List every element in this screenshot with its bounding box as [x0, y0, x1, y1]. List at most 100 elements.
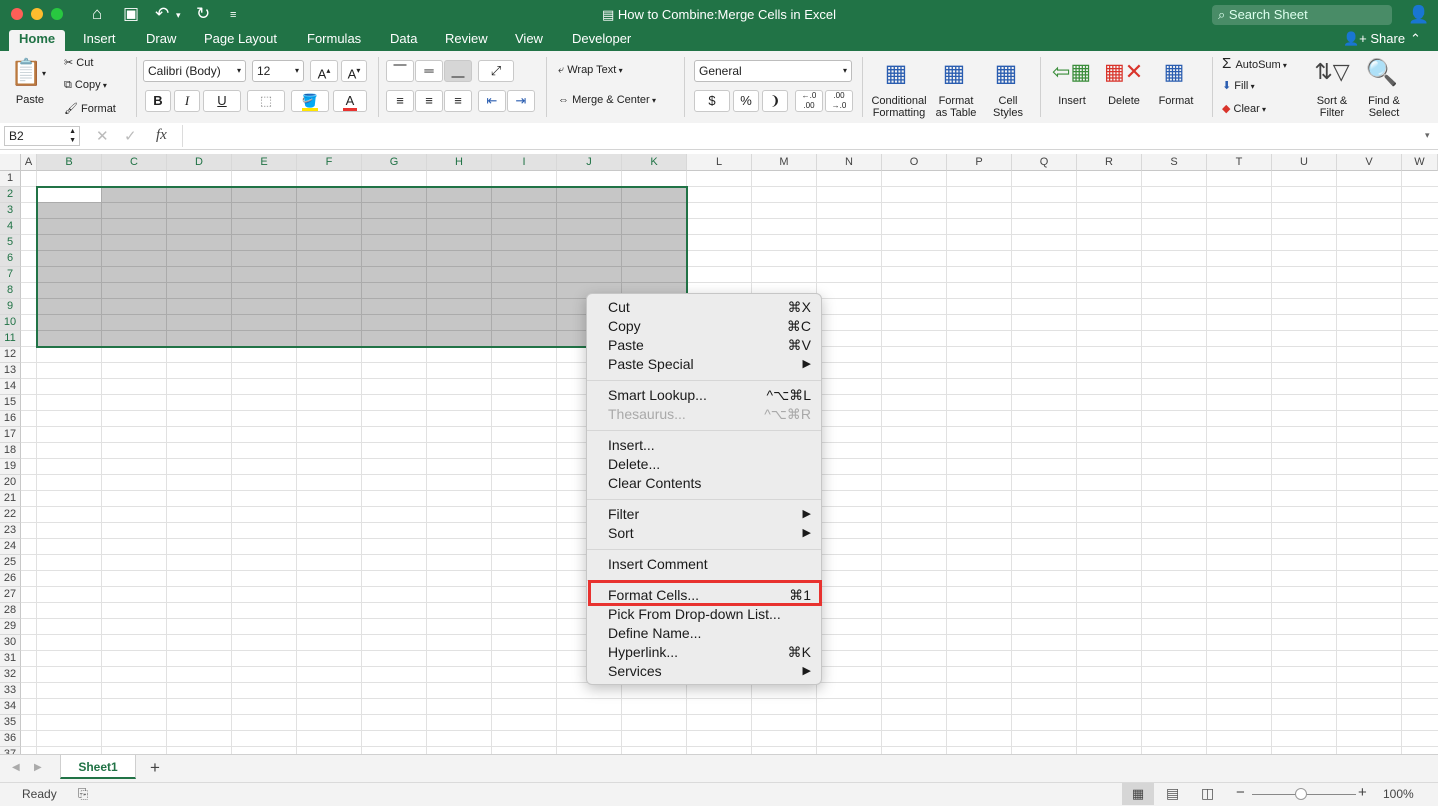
menu-item-define-name[interactable]: Define Name...: [587, 624, 821, 643]
column-header[interactable]: I: [492, 154, 557, 171]
column-header[interactable]: R: [1077, 154, 1142, 171]
align-right-button[interactable]: ≡: [444, 90, 472, 112]
column-header[interactable]: E: [232, 154, 297, 171]
row-header[interactable]: 16: [0, 411, 21, 427]
font-name-select[interactable]: Calibri (Body) ▾: [143, 60, 246, 82]
cell-styles-label[interactable]: Cell Styles: [988, 95, 1028, 119]
row-header[interactable]: 2: [0, 187, 21, 203]
column-header[interactable]: O: [882, 154, 947, 171]
align-center-button[interactable]: ≡: [415, 90, 443, 112]
menu-item-thesaurus[interactable]: Thesaurus... ^⌥⌘R: [587, 405, 821, 424]
align-top-button[interactable]: ⎺: [386, 60, 414, 82]
row-header[interactable]: 3: [0, 203, 21, 219]
collapse-ribbon-icon[interactable]: ⌃: [1410, 30, 1421, 51]
currency-button[interactable]: $: [694, 90, 730, 112]
sort-filter-icon[interactable]: ⇅▽: [1312, 59, 1352, 91]
paste-dropdown-icon[interactable]: ▾: [42, 69, 46, 78]
row-header[interactable]: 35: [0, 715, 21, 731]
menu-item-insert-comment[interactable]: Insert Comment: [587, 555, 821, 574]
column-header[interactable]: W: [1402, 154, 1438, 171]
row-header[interactable]: 19: [0, 459, 21, 475]
tab-developer[interactable]: Developer: [572, 30, 631, 51]
column-header[interactable]: B: [37, 154, 102, 171]
fill-button[interactable]: ⬇ Fill ▾: [1222, 79, 1255, 92]
tab-home[interactable]: Home: [9, 30, 66, 51]
italic-button[interactable]: I: [174, 90, 200, 112]
column-header[interactable]: A: [21, 154, 37, 171]
tab-insert[interactable]: Insert: [83, 30, 116, 51]
tab-draw[interactable]: Draw: [146, 30, 176, 51]
merge-center-button[interactable]: ⇔ Merge & Center ▾: [558, 94, 656, 106]
cut-button[interactable]: ✂ Cut: [64, 56, 93, 69]
format-painter-button[interactable]: 🖌 Format: [64, 102, 116, 115]
row-header[interactable]: 9: [0, 299, 21, 315]
paste-icon[interactable]: 📋: [10, 57, 42, 89]
row-header[interactable]: 6: [0, 251, 21, 267]
percent-button[interactable]: %: [733, 90, 759, 112]
page-layout-view-icon[interactable]: ▤: [1166, 785, 1179, 802]
increase-decimal-button[interactable]: ←.0.00: [795, 90, 823, 112]
column-header[interactable]: H: [427, 154, 492, 171]
column-header[interactable]: G: [362, 154, 427, 171]
find-select-icon[interactable]: 🔍: [1364, 57, 1400, 89]
number-format-select[interactable]: General ▾: [694, 60, 852, 82]
row-header[interactable]: 28: [0, 603, 21, 619]
column-header[interactable]: N: [817, 154, 882, 171]
menu-item-hyperlink[interactable]: Hyperlink... ⌘K: [587, 643, 821, 662]
row-header[interactable]: 24: [0, 539, 21, 555]
clear-button[interactable]: ◆ Clear ▾: [1222, 102, 1266, 115]
wrap-text-button[interactable]: ⤶ Wrap Text ▾: [558, 64, 623, 77]
tab-page-layout[interactable]: Page Layout: [204, 30, 277, 51]
row-header[interactable]: 23: [0, 523, 21, 539]
column-header[interactable]: M: [752, 154, 817, 171]
format-as-table-icon[interactable]: ▦: [936, 59, 972, 91]
conditional-formatting-icon[interactable]: ▦: [878, 59, 914, 91]
zoom-level[interactable]: 100%: [1383, 787, 1414, 801]
zoom-out-button[interactable]: −: [1236, 784, 1245, 801]
menu-item-delete[interactable]: Delete...: [587, 455, 821, 474]
select-all-corner[interactable]: [0, 154, 21, 171]
macro-record-icon[interactable]: ⎘: [78, 786, 88, 802]
format-cells-icon[interactable]: ▦: [1156, 59, 1192, 91]
align-middle-button[interactable]: ═: [415, 60, 443, 82]
column-header[interactable]: D: [167, 154, 232, 171]
column-header[interactable]: V: [1337, 154, 1402, 171]
insert-function-icon[interactable]: fx: [156, 127, 167, 144]
format-cells-label[interactable]: Format: [1154, 95, 1198, 107]
cell-styles-icon[interactable]: ▦: [988, 59, 1024, 91]
copy-button[interactable]: ⧉ Copy ▾: [64, 79, 107, 92]
row-header[interactable]: 36: [0, 731, 21, 747]
fill-color-button[interactable]: 🪣: [291, 90, 329, 112]
row-header[interactable]: 22: [0, 507, 21, 523]
row-header[interactable]: 21: [0, 491, 21, 507]
format-as-table-label[interactable]: Format as Table: [930, 95, 982, 119]
increase-font-size-button[interactable]: A▴: [310, 60, 338, 82]
column-header[interactable]: P: [947, 154, 1012, 171]
expand-formula-bar-icon[interactable]: ▾: [1425, 130, 1430, 141]
account-icon[interactable]: 👤: [1408, 5, 1429, 25]
bold-button[interactable]: B: [145, 90, 171, 112]
row-header[interactable]: 31: [0, 651, 21, 667]
row-header[interactable]: 4: [0, 219, 21, 235]
column-header[interactable]: U: [1272, 154, 1337, 171]
row-header[interactable]: 30: [0, 635, 21, 651]
page-break-view-icon[interactable]: ◫: [1201, 785, 1214, 802]
tab-formulas[interactable]: Formulas: [307, 30, 361, 51]
cancel-entry-icon[interactable]: ✕: [96, 127, 109, 145]
row-header[interactable]: 18: [0, 443, 21, 459]
row-header[interactable]: 29: [0, 619, 21, 635]
column-header[interactable]: K: [622, 154, 687, 171]
menu-item-cut[interactable]: Cut ⌘X: [587, 298, 821, 317]
sheet-tab-sheet1[interactable]: Sheet1: [60, 755, 136, 779]
tab-view[interactable]: View: [515, 30, 543, 51]
row-header[interactable]: 33: [0, 683, 21, 699]
tab-data[interactable]: Data: [390, 30, 417, 51]
row-header[interactable]: 32: [0, 667, 21, 683]
column-header[interactable]: Q: [1012, 154, 1077, 171]
menu-item-paste[interactable]: Paste ⌘V: [587, 336, 821, 355]
column-header[interactable]: F: [297, 154, 362, 171]
decrease-font-size-button[interactable]: A▾: [341, 60, 367, 82]
increase-indent-button[interactable]: ⇥: [507, 90, 535, 112]
row-header[interactable]: 10: [0, 315, 21, 331]
decrease-indent-button[interactable]: ⇤: [478, 90, 506, 112]
